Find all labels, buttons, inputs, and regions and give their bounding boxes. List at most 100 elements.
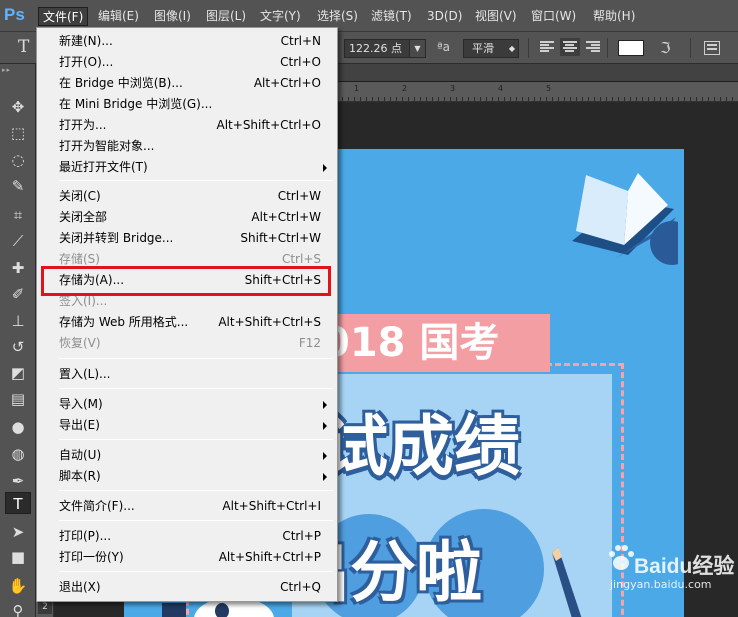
menu-view[interactable]: 视图(V) — [471, 7, 521, 26]
menu-item-shortcut: Ctrl+W — [277, 189, 321, 203]
move-icon[interactable]: ✥ — [5, 96, 31, 118]
file-menu-item[interactable]: 关闭全部 Alt+Ctrl+W — [39, 207, 335, 228]
file-menu-item[interactable]: 打印一份(Y) Alt+Shift+Ctrl+P — [39, 547, 335, 568]
submenu-arrow-icon — [323, 401, 327, 409]
menu-item-shortcut: Ctrl+Q — [280, 580, 321, 594]
warp-text-icon[interactable]: ℑ — [660, 39, 670, 57]
file-menu-item[interactable]: 置入(L)... — [39, 364, 335, 385]
file-menu-item: 恢复(V) F12 — [39, 333, 335, 354]
ruler-number: 5 — [546, 84, 552, 93]
font-size-value: 122.26 点 — [349, 42, 402, 55]
menu-item-shortcut: Alt+Shift+Ctrl+S — [218, 315, 321, 329]
shape-icon[interactable]: ■ — [5, 546, 31, 568]
zoom-icon[interactable]: ⚲ — [5, 600, 31, 617]
file-menu-item[interactable]: 存储为 Web 所用格式... Alt+Shift+Ctrl+S — [39, 312, 335, 333]
menu-separator — [59, 490, 333, 491]
file-menu-item[interactable]: 导入(M) — [39, 394, 335, 415]
menu-item-shortcut: Shift+Ctrl+W — [240, 231, 321, 245]
file-menu-item[interactable]: 文件简介(F)... Alt+Shift+Ctrl+I — [39, 496, 335, 517]
align-left-icon[interactable] — [540, 41, 554, 53]
menu-item-label: 打印(P)... — [59, 529, 112, 543]
menu-item-label: 打开为... — [59, 118, 107, 132]
menu-item-label: 在 Mini Bridge 中浏览(G)... — [59, 97, 213, 111]
brush-icon[interactable]: ✐ — [5, 283, 31, 305]
menu-layer[interactable]: 图层(L) — [202, 7, 250, 26]
file-menu-dropdown: 新建(N)... Ctrl+N 打开(O)... Ctrl+O 在 Bridge 中浏览… — [36, 27, 338, 602]
pen-icon[interactable]: ✒ — [5, 470, 31, 492]
menu-item-shortcut: Alt+Ctrl+W — [251, 210, 321, 224]
panel-grip[interactable]: ▸▸ — [2, 67, 32, 74]
watermark-title: Baidu经验 — [634, 555, 735, 578]
menu-item-label: 恢复(V) — [59, 336, 101, 350]
menu-item-label: 存储为 Web 所用格式... — [59, 315, 189, 329]
menu-item-label: 打开为智能对象... — [59, 139, 155, 153]
file-menu-item[interactable]: 导出(E) — [39, 415, 335, 436]
dodge-icon[interactable]: ◍ — [5, 443, 31, 465]
book-illustration — [572, 173, 678, 265]
ruler-corner-label: 2 — [38, 600, 52, 614]
menu-file[interactable]: 文件(F) — [38, 7, 89, 26]
menu-image[interactable]: 图像(I) — [150, 7, 195, 26]
menu-item-label: 脚本(R) — [59, 469, 101, 483]
healing-brush-icon[interactable]: ✚ — [5, 257, 31, 279]
align-right-icon[interactable] — [586, 41, 600, 53]
menu-item-label: 导出(E) — [59, 418, 100, 432]
quick-select-icon[interactable]: ✎ — [5, 175, 31, 197]
character-panel-icon[interactable] — [704, 41, 720, 55]
align-center-icon[interactable] — [560, 38, 580, 56]
menu-type[interactable]: 文字(Y) — [256, 7, 305, 26]
file-menu-item[interactable]: 最近打开文件(T) — [39, 157, 335, 178]
file-menu-item[interactable]: 脚本(R) — [39, 466, 335, 487]
file-menu-item[interactable]: 自动(U) — [39, 445, 335, 466]
file-menu-item[interactable]: 在 Mini Bridge 中浏览(G)... — [39, 94, 335, 115]
path-select-icon[interactable]: ➤ — [5, 521, 31, 543]
file-menu-item[interactable]: 关闭(C) Ctrl+W — [39, 186, 335, 207]
divider — [528, 38, 529, 58]
menu-item-shortcut: Alt+Shift+Ctrl+O — [216, 118, 321, 132]
clone-stamp-icon[interactable]: ⊥ — [5, 310, 31, 332]
menu-item-label: 关闭(C) — [59, 189, 101, 203]
menu-filter[interactable]: 滤镜(T) — [367, 7, 416, 26]
menu-item-label: 置入(L)... — [59, 367, 111, 381]
paw-icon — [609, 545, 634, 570]
blur-icon[interactable]: ● — [5, 416, 31, 438]
menu-help[interactable]: 帮助(H) — [589, 7, 639, 26]
lasso-icon[interactable]: ◌ — [5, 149, 31, 171]
menu-item-shortcut: Ctrl+N — [280, 34, 321, 48]
gradient-icon[interactable]: ▤ — [5, 388, 31, 410]
ruler-number: 3 — [450, 84, 456, 93]
menu-item-label: 退出(X) — [59, 580, 101, 594]
divider — [607, 38, 608, 58]
antialias-value: 平滑 — [472, 42, 494, 55]
antialias-icon: ªa — [437, 40, 451, 54]
menu-window[interactable]: 窗口(W) — [527, 7, 580, 26]
menu-select[interactable]: 选择(S) — [313, 7, 362, 26]
eyedropper-icon[interactable]: ⟋ — [5, 230, 31, 252]
file-menu-item[interactable]: 新建(N)... Ctrl+N — [39, 31, 335, 52]
chevron-down-icon[interactable]: ▼ — [409, 40, 425, 57]
history-brush-icon[interactable]: ↺ — [5, 336, 31, 358]
hand-icon[interactable]: ✋ — [5, 575, 31, 597]
file-menu-item[interactable]: 在 Bridge 中浏览(B)... Alt+Ctrl+O — [39, 73, 335, 94]
menu-item-shortcut: Ctrl+P — [282, 529, 321, 543]
eraser-icon[interactable]: ◩ — [5, 362, 31, 384]
type-icon[interactable]: T — [5, 492, 31, 514]
text-color-swatch[interactable] — [618, 40, 644, 56]
menu-3d[interactable]: 3D(D) — [423, 7, 466, 26]
file-menu-item[interactable]: 关闭并转到 Bridge... Shift+Ctrl+W — [39, 228, 335, 249]
file-menu-item[interactable]: 退出(X) Ctrl+Q — [39, 577, 335, 598]
marquee-icon[interactable]: ⬚ — [5, 122, 31, 144]
type-tool-preset-icon[interactable]: T — [18, 37, 29, 57]
file-menu-item[interactable]: 打开为... Alt+Shift+Ctrl+O — [39, 115, 335, 136]
file-menu-item[interactable]: 打开(O)... Ctrl+O — [39, 52, 335, 73]
menu-edit[interactable]: 编辑(E) — [94, 7, 143, 26]
menu-separator — [59, 180, 333, 181]
ruler-number: 2 — [402, 84, 408, 93]
pencil-illustration — [552, 547, 582, 617]
font-size-field[interactable]: 122.26 点 ▼ — [344, 39, 426, 58]
crop-icon[interactable]: ⌗ — [5, 204, 31, 226]
file-menu-item[interactable]: 打开为智能对象... — [39, 136, 335, 157]
antialias-select[interactable]: 平滑 ◆ — [463, 39, 519, 58]
file-menu-item[interactable]: 打印(P)... Ctrl+P — [39, 526, 335, 547]
headline-text-1: 试成绩 — [322, 408, 520, 485]
